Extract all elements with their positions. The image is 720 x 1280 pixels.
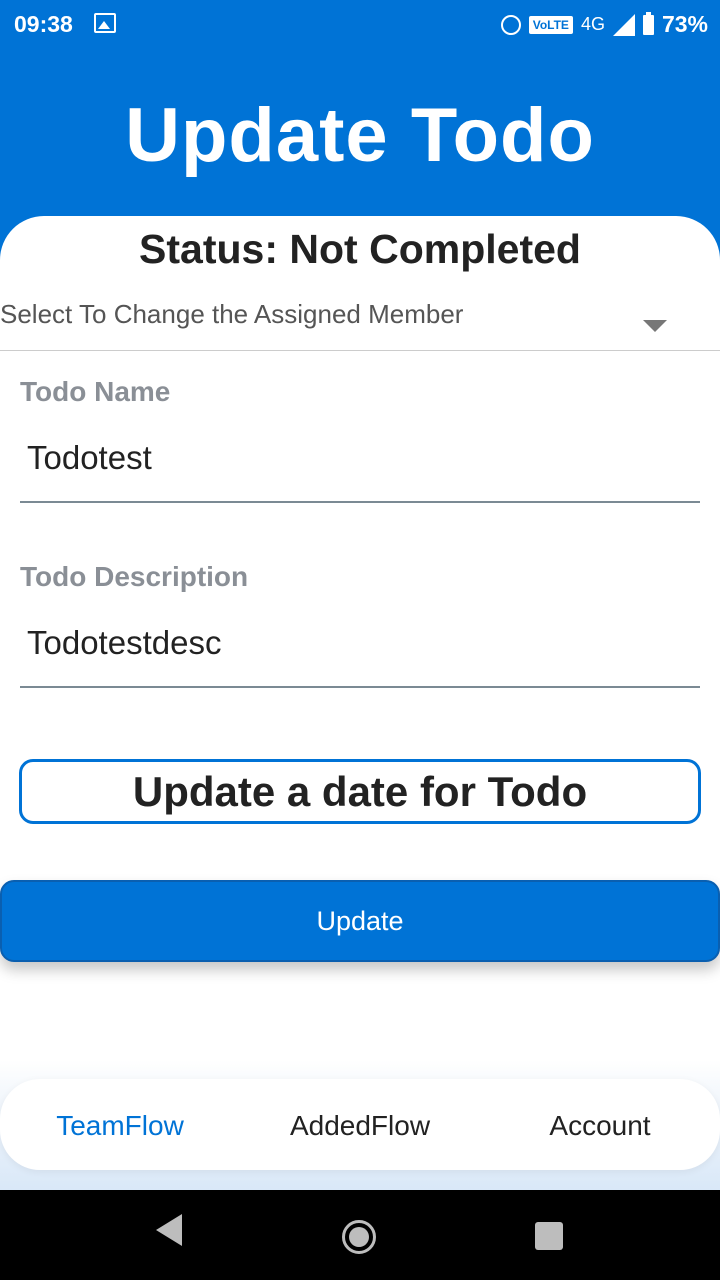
bottom-navigation: TeamFlow AddedFlow Account [0, 1079, 720, 1170]
status-time: 09:38 [14, 11, 73, 37]
alarm-icon [500, 14, 521, 35]
assigned-member-dropdown[interactable]: Select To Change the Assigned Member [0, 290, 720, 351]
system-navigation-bar [0, 1190, 720, 1280]
update-button[interactable]: Update [0, 880, 720, 962]
todo-description-input[interactable]: Todotestdesc [27, 624, 221, 662]
todo-name-input[interactable]: Todotest [27, 439, 152, 477]
battery-icon [642, 11, 654, 35]
dropdown-placeholder: Select To Change the Assigned Member [0, 299, 464, 329]
nav-item-account[interactable]: Account [480, 1110, 720, 1142]
todo-name-underline [20, 501, 700, 503]
volte-badge: VoLTE [528, 15, 573, 34]
status-bar: 09:38 VoLTE 4G 73% [0, 0, 720, 50]
back-icon[interactable] [156, 1214, 182, 1246]
recent-apps-icon[interactable] [535, 1222, 563, 1250]
todo-name-field[interactable]: Todo Name Todotest [20, 376, 700, 504]
network-type: 4G [580, 14, 605, 34]
todo-description-label: Todo Description [20, 561, 249, 592]
battery-percent: 73% [661, 11, 708, 37]
image-notification-icon [94, 13, 116, 33]
todo-description-field[interactable]: Todo Description Todotestdesc [20, 561, 700, 689]
todo-description-underline [20, 686, 700, 688]
page-title: Update Todo [125, 93, 595, 178]
dropdown-arrow-icon[interactable] [643, 320, 667, 332]
signal-icon [612, 13, 635, 36]
todo-status: Status: Not Completed [139, 226, 581, 272]
nav-item-addedflow[interactable]: AddedFlow [240, 1110, 480, 1142]
nav-item-teamflow[interactable]: TeamFlow [0, 1110, 240, 1142]
home-icon[interactable] [342, 1220, 376, 1254]
update-date-button[interactable]: Update a date for Todo [19, 759, 701, 824]
status-indicators: VoLTE 4G 73% [500, 11, 708, 38]
todo-name-label: Todo Name [20, 376, 171, 407]
